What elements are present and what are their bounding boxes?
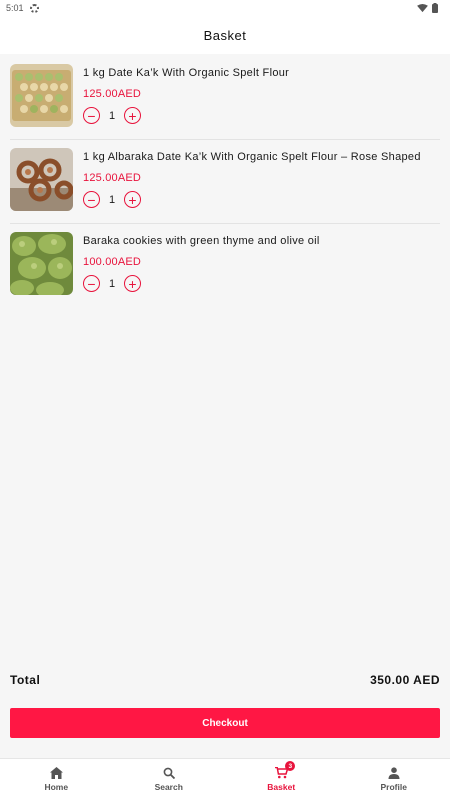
minus-icon: − — [87, 107, 96, 124]
page-title: Basket — [203, 27, 247, 43]
settings-icon — [29, 3, 39, 13]
quantity-value: 1 — [108, 193, 116, 206]
product-image — [10, 232, 73, 295]
basket-item[interactable]: 1 kg Date Ka’k With Organic Spelt Flour … — [10, 56, 440, 140]
increase-quantity-button[interactable]: + — [124, 107, 141, 124]
nav-label-profile: Profile — [380, 782, 407, 792]
plus-icon: + — [128, 107, 137, 124]
cart-icon: 3 — [274, 761, 296, 779]
checkout-button[interactable]: Checkout — [10, 708, 440, 738]
basket-item[interactable]: Baraka cookies with green thyme and oliv… — [10, 224, 440, 308]
nav-item-profile[interactable]: Profile — [338, 759, 450, 800]
bottom-nav: Home Search 3 Basket Profile — [0, 758, 450, 800]
basket-list: 1 kg Date Ka’k With Organic Spelt Flour … — [0, 56, 450, 308]
plus-icon: + — [128, 275, 137, 292]
decrease-quantity-button[interactable]: − — [83, 275, 100, 292]
total-label: Total — [10, 673, 41, 687]
product-price: 100.00AED — [83, 256, 142, 268]
status-time: 5:01 — [6, 3, 24, 13]
search-icon — [162, 767, 176, 779]
nav-item-basket[interactable]: 3 Basket — [225, 759, 338, 800]
minus-icon: − — [87, 275, 96, 292]
product-name: 1 kg Albaraka Date Ka’k With Organic Spe… — [83, 151, 421, 163]
product-name: Baraka cookies with green thyme and oliv… — [83, 235, 320, 247]
decrease-quantity-button[interactable]: − — [83, 107, 100, 124]
quantity-stepper: − 1 + — [83, 191, 141, 208]
total-row: Total 350.00 AED — [10, 673, 440, 687]
quantity-stepper: − 1 + — [83, 107, 141, 124]
app-bar: Basket — [0, 16, 450, 54]
minus-icon: − — [87, 191, 96, 208]
person-icon — [387, 767, 401, 779]
nav-item-search[interactable]: Search — [113, 759, 226, 800]
nav-item-home[interactable]: Home — [0, 759, 113, 800]
product-name: 1 kg Date Ka’k With Organic Spelt Flour — [83, 67, 290, 79]
total-value: 350.00 AED — [370, 673, 440, 687]
cart-count-badge: 3 — [285, 761, 296, 771]
quantity-value: 1 — [108, 109, 116, 122]
wifi-icon — [417, 3, 428, 12]
quantity-stepper: − 1 + — [83, 275, 141, 292]
decrease-quantity-button[interactable]: − — [83, 191, 100, 208]
product-image — [10, 148, 73, 211]
basket-item[interactable]: 1 kg Albaraka Date Ka’k With Organic Spe… — [10, 140, 440, 224]
product-price: 125.00AED — [83, 88, 142, 100]
quantity-value: 1 — [108, 277, 116, 290]
nav-label-basket: Basket — [267, 782, 296, 792]
nav-label-home: Home — [44, 782, 69, 792]
home-icon — [49, 767, 63, 779]
battery-icon — [432, 3, 438, 13]
product-image — [10, 64, 73, 127]
nav-label-search: Search — [154, 782, 183, 792]
status-bar: 5:01 — [0, 0, 450, 16]
plus-icon: + — [128, 191, 137, 208]
increase-quantity-button[interactable]: + — [124, 191, 141, 208]
product-price: 125.00AED — [83, 172, 142, 184]
increase-quantity-button[interactable]: + — [124, 275, 141, 292]
